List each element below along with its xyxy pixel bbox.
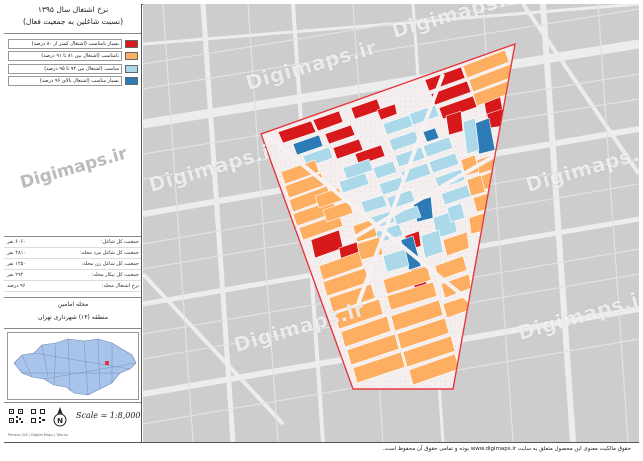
stat-value: ۹۶ درصد [7,283,26,289]
neighborhood-name: محله امامین [57,301,89,308]
legend-label: بسیار نامناسب (اشتغال کمتر از ۸۰ درصد) [8,38,122,49]
qr-code-icon [30,408,46,424]
stat-value: ۶۰۶۰ نفر [7,239,27,245]
small-credit: Persian GIS | Digital Maps | Tehran [8,433,69,437]
stat-row: جمعیت کل شاغل مرد محله: ۴۸۱۰ نفر [4,248,141,259]
legend-item-very-good: بسیار مناسب (اشتغال بالای ۹۶ درصد) [8,76,138,87]
qr-code-icon [8,408,24,424]
panel-watermark: Digimaps.ir [18,143,130,194]
stat-row: جمعیت کل شاغل زن محله: ۱۲۵۰ نفر [4,259,141,270]
stat-row: نرخ اشتغال محله: ۹۶ درصد [4,281,141,292]
legend-item-very-poor: بسیار نامناسب (اشتغال کمتر از ۸۰ درصد) [8,38,138,49]
title-line-2: (نسبت شاغلین به جمعیت فعال) [22,17,123,26]
north-label: N [57,417,63,425]
legend-swatch-very-good [125,77,138,85]
stat-label: نرخ اشتغال محله: [101,283,139,289]
legend-swatch-good [125,64,138,73]
legend-item-poor: نامناسب (اشتغال بین ۸۱ تا ۹۱ درصد) [8,51,138,62]
legend: بسیار نامناسب (اشتغال کمتر از ۸۰ درصد) ن… [8,38,138,88]
legend-panel: نرخ اشتغال سال ۱۳۹۵ (نسبت شاغلین به جمعی… [4,4,142,442]
scale-text: Scale = 1:8,000 [76,411,141,420]
inset-svg [13,338,137,396]
stat-label: جمعیت کل بیکار محله: [91,272,139,278]
map-canvas[interactable]: Digimaps.ir Digimaps.ir Digimaps.ir Digi… [143,4,639,442]
region-block: محله امامین منطقه (۱۴) شهرداری تهران [4,297,141,329]
map-svg[interactable] [143,4,639,442]
stat-label: جمعیت کل شاغل زن محله: [81,261,139,267]
map-title: نرخ اشتغال سال ۱۳۹۵ (نسبت شاغلین به جمعی… [4,4,141,34]
location-inset-map [7,332,139,400]
legend-label: بسیار مناسب (اشتغال بالای ۹۶ درصد) [8,76,122,86]
legend-swatch-very-poor [125,39,138,48]
inset-highlight [105,361,109,365]
legend-label: نامناسب (اشتغال بین ۸۱ تا ۹۱ درصد) [8,51,122,61]
legend-swatch-poor [125,52,138,60]
stat-value: ۱۲۵۰ نفر [7,261,27,267]
district-name: منطقه (۱۴) شهرداری تهران [38,314,108,321]
stat-row: جمعیت کل بیکار محله: ۲۹۲ نفر [4,270,141,281]
stat-row: جمعیت کل شاغل: ۶۰۶۰ نفر [4,237,141,248]
legend-label: مناسب (اشتغال بین ۹۲ تا ۹۵ درصد) [8,63,122,74]
stats-table: جمعیت کل شاغل: ۶۰۶۰ نفر جمعیت کل شاغل مر… [4,236,141,292]
title-line-1: نرخ اشتغال سال ۱۳۹۵ [37,5,109,14]
north-arrow-icon: N [53,407,67,427]
copyright-text: حقوق مالکیت معنوی این محصول متعلق به سای… [382,446,631,452]
stat-label: جمعیت کل شاغل مرد محله: [79,250,139,256]
stat-value: ۲۹۲ نفر [7,272,24,278]
stat-label: جمعیت کل شاغل: [101,239,139,245]
stat-value: ۴۸۱۰ نفر [7,250,27,256]
legend-item-good: مناسب (اشتغال بین ۹۲ تا ۹۵ درصد) [8,63,138,74]
bottom-tools: N Scale = 1:8,000 Persian GIS | Digital … [4,402,141,442]
copyright-footer: حقوق مالکیت معنوی این محصول متعلق به سای… [4,442,639,457]
